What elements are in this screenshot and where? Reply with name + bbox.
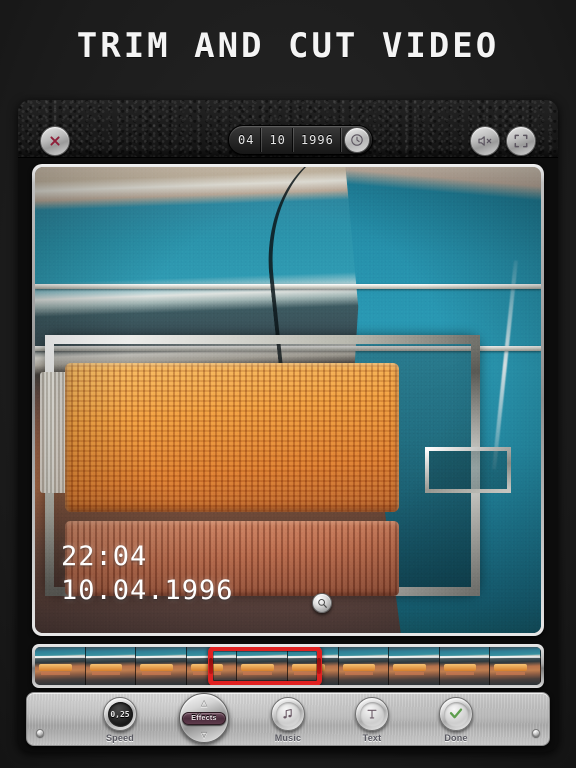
date-selector[interactable]: 04 10 1996 [228, 125, 373, 155]
clock-icon[interactable] [343, 127, 370, 153]
video-preview[interactable]: 22:04 10.04.1996 [35, 167, 541, 633]
trim-selection-handle[interactable] [208, 647, 322, 685]
date-segment-year[interactable]: 1996 [294, 128, 342, 152]
chevron-up-icon[interactable]: △ [201, 697, 208, 708]
timeline-thumbnail[interactable] [136, 647, 187, 685]
speaker-mute-icon[interactable] [470, 126, 500, 156]
timeline-thumbnail[interactable] [490, 647, 541, 685]
speed-value: 0,25 [107, 701, 133, 727]
video-editor-device: 22:04 10.04.1996 0,25 Speed △ Effects ▽ … [18, 100, 558, 752]
timeline-thumbnail[interactable] [389, 647, 440, 685]
page-title: TRIM AND CUT VIDEO [76, 26, 500, 66]
control-text-label: Text [362, 733, 382, 743]
app-root: TRIM AND CUT VIDEO 22:04 10.04.1996 0,25… [0, 0, 576, 768]
music-knob-face [275, 701, 301, 727]
speed-dial-icon[interactable]: 0,25 [103, 697, 137, 731]
control-text[interactable]: Text [344, 697, 400, 743]
video-screen-frame: 22:04 10.04.1996 [32, 164, 544, 636]
timeline-thumbnail[interactable] [439, 647, 491, 685]
control-speed[interactable]: 0,25 Speed [92, 697, 148, 743]
magnifier-icon[interactable] [312, 593, 332, 613]
timeline-thumbnail[interactable] [35, 647, 86, 685]
overlay-date: 10.04.1996 [61, 575, 234, 607]
close-icon[interactable] [40, 126, 70, 156]
timeline-filmstrip[interactable] [35, 647, 541, 685]
video-timestamp-overlay: 22:04 10.04.1996 [61, 540, 234, 609]
control-music[interactable]: Music [260, 697, 316, 743]
control-effects[interactable]: △ Effects ▽ [176, 693, 232, 743]
timeline-filmstrip-frame [32, 644, 544, 688]
trim-handle-left[interactable] [209, 658, 213, 674]
control-music-label: Music [274, 733, 302, 743]
trim-handle-right[interactable] [317, 658, 321, 674]
date-segment-month[interactable]: 10 [262, 128, 294, 152]
control-row: 0,25 Speed △ Effects ▽ Music Text Done [27, 693, 549, 743]
control-speed-label: Speed [105, 733, 134, 743]
music-note-icon[interactable] [271, 697, 305, 731]
timeline-thumbnail[interactable] [338, 647, 390, 685]
effects-label[interactable]: Effects [182, 711, 226, 725]
control-done-label: Done [444, 733, 468, 743]
overlay-time: 22:04 [61, 540, 148, 572]
chevron-down-icon[interactable]: ▽ [201, 729, 208, 740]
effects-knob-icon[interactable]: △ Effects ▽ [179, 693, 229, 743]
control-panel: 0,25 Speed △ Effects ▽ Music Text Done [26, 692, 550, 746]
control-done[interactable]: Done [428, 697, 484, 743]
check-icon[interactable] [439, 697, 473, 731]
text-knob-face [359, 701, 385, 727]
done-knob-face [443, 701, 469, 727]
timeline-thumbnail[interactable] [85, 647, 137, 685]
text-t-icon[interactable] [355, 697, 389, 731]
date-segment-day[interactable]: 04 [231, 128, 263, 152]
fullscreen-expand-icon[interactable] [506, 126, 536, 156]
